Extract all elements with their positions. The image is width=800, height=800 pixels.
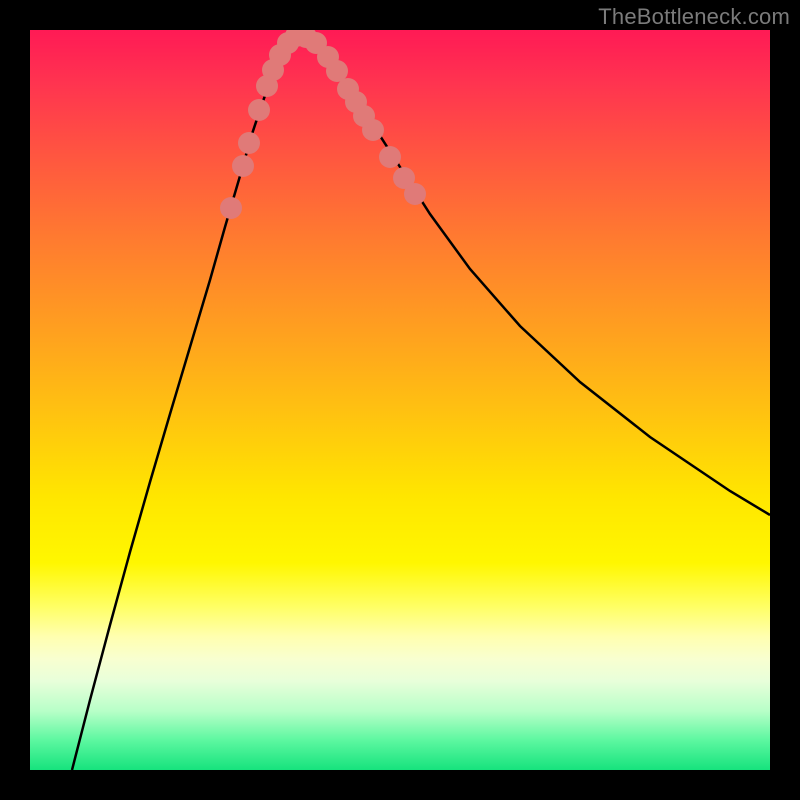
curve-left-curve [72, 34, 295, 770]
marker-dot [362, 119, 384, 141]
marker-dot [232, 155, 254, 177]
chart-frame: TheBottleneck.com [0, 0, 800, 800]
marker-dot [404, 183, 426, 205]
watermark-text: TheBottleneck.com [598, 4, 790, 30]
chart-svg [30, 30, 770, 770]
marker-dot [220, 197, 242, 219]
marker-dot [379, 146, 401, 168]
marker-dot [238, 132, 260, 154]
marker-dot [248, 99, 270, 121]
chart-plot-area [30, 30, 770, 770]
